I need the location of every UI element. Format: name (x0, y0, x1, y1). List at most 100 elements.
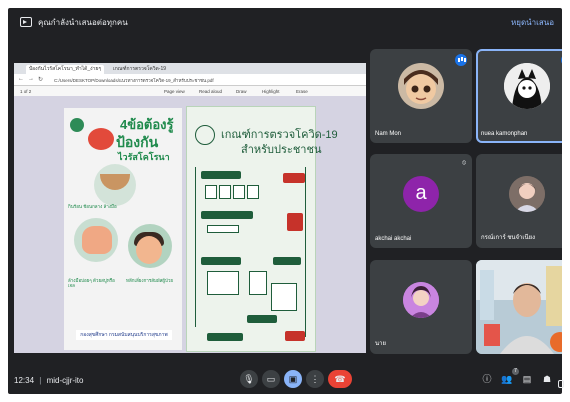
host-controls-icon (558, 380, 564, 388)
avatar (403, 282, 439, 318)
flow-step (201, 171, 241, 179)
flow-box (271, 283, 297, 311)
back-icon[interactable]: ← (18, 76, 24, 82)
flow-step (247, 315, 277, 323)
flow-line (305, 167, 306, 337)
chat-button[interactable]: ▤ (518, 370, 536, 388)
reload-icon[interactable]: ↻ (38, 76, 43, 83)
chat-icon: ▤ (522, 374, 532, 384)
separator: | (39, 376, 42, 385)
leave-call-button[interactable]: ☎ (328, 370, 352, 388)
pdf-view: 4ข้อต้องรู้ ป้องกัน ไวรัสโคโรนา กินร้อน … (14, 96, 366, 353)
ministry-logo-icon (70, 118, 84, 132)
flow-box (207, 225, 239, 233)
emblem-icon (195, 125, 215, 145)
tip-1-text: กินร้อน ช้อนกลาง ล้างมือ (68, 204, 117, 209)
avatar: a (403, 176, 439, 212)
tip-4-text: หลีกเลี่ยงการสัมผัสผู้ป่วย (126, 278, 173, 283)
draw-button[interactable]: Draw (236, 89, 247, 94)
flow-box (247, 185, 259, 199)
browser-tab[interactable]: เกณฑ์การตรวจโควิด-19 (110, 65, 169, 74)
activities-icon: ☗ (542, 374, 552, 384)
flow-box (207, 271, 239, 295)
mic-button[interactable]: 🎙 (240, 370, 258, 388)
avatar-image (404, 70, 438, 104)
activities-button[interactable]: ☗ (538, 370, 556, 388)
end-call-icon: ☎ (334, 374, 346, 384)
flow-line (195, 167, 196, 327)
clock-text: 12:34 (14, 376, 35, 385)
meet-window: คุณกำลังนำเสนอต่อทุกคน หยุดนำเสนอ ป้องกั… (8, 8, 562, 394)
presenting-bar: คุณกำลังนำเสนอต่อทุกคน หยุดนำเสนอ (8, 8, 562, 38)
poster-footer: กองสุขศึกษา กรมสนับสนุนบริการสุขภาพ (76, 330, 172, 340)
virus-icon (88, 128, 114, 150)
participant-tile[interactable]: ⦸ กรณ์เการ์ ชนจำเนียง (476, 154, 562, 248)
avatar (504, 63, 550, 109)
flow-box (233, 185, 245, 199)
avatar-image (504, 63, 550, 109)
address-bar[interactable]: ← → ↻ C:/Users/DESKTOP/Downloads/แนวทางก… (14, 74, 366, 86)
present-icon: ▣ (288, 374, 298, 384)
flow-step (201, 211, 253, 219)
participant-tile[interactable]: nuea kamonphan (476, 49, 562, 143)
sick-person-icon (136, 236, 162, 264)
camera-button[interactable]: ▭ (262, 370, 280, 388)
flow-alert (283, 173, 305, 183)
page-indicator: 1 of 2 (20, 88, 32, 94)
poster-covid-testing: เกณฑ์การตรวจโควิด-19 สำหรับประชาชน (186, 106, 338, 352)
participant-tile-video[interactable] (476, 260, 562, 354)
mic-icon: 🎙 (243, 374, 255, 384)
flow-step (207, 333, 243, 341)
highlight-button[interactable]: Highlight (262, 89, 280, 94)
flow-box (249, 271, 267, 295)
participant-tile[interactable]: นาย (370, 260, 472, 354)
flow-step (273, 257, 301, 265)
participant-name: nuea kamonphan (481, 131, 528, 137)
stop-presenting-button[interactable]: หยุดนำเสนอ (511, 16, 554, 29)
browser-window: ป้องกันไวรัสโคโรนา_ทำได้_ง่ายๆ เกณฑ์การต… (14, 63, 366, 353)
poster-subtitle: สำหรับประชาชน (241, 144, 322, 156)
people-button[interactable]: 👥 7 (498, 368, 519, 388)
avatar (398, 63, 444, 109)
flow-alert (287, 213, 303, 231)
poster-covid-prevention: 4ข้อต้องรู้ ป้องกัน ไวรัสโคโรนา กินร้อน … (64, 108, 182, 350)
hand-wash-icon (82, 226, 112, 254)
info-icon: ⓘ (482, 374, 492, 384)
address-url: C:/Users/DESKTOP/Downloads/แนวทางการตรวจ… (54, 78, 214, 83)
present-screen-icon (20, 17, 32, 27)
bottom-control-bar: 12:34 | mid-cjjr-ito 🎙 ▭ ▣ ⋮ ☎ ⓘ 👥 7 ▤ ☗ (8, 368, 562, 394)
avatar-initial: a (415, 182, 427, 204)
presenting-banner: คุณกำลังนำเสนอต่อทุกคน (38, 18, 128, 27)
read-aloud-button[interactable]: Read aloud (199, 89, 222, 94)
avatar-image (403, 282, 439, 318)
more-vert-icon: ⋮ (310, 374, 320, 384)
participant-name: นาย (375, 341, 386, 347)
poster-title-line3: ไวรัสโคโรนา (118, 152, 170, 162)
avatar-image (509, 176, 545, 212)
flow-alert (285, 331, 305, 341)
camera-icon: ▭ (266, 374, 276, 384)
participant-name: กรณ์เการ์ ชนจำเนียง (481, 235, 536, 241)
flow-step (201, 257, 241, 265)
shared-screen: ป้องกันไวรัสโคโรนา_ทำได้_ง่ายๆ เกณฑ์การต… (14, 63, 366, 353)
erase-button[interactable]: Erase (296, 89, 308, 94)
forward-icon[interactable]: → (28, 76, 34, 82)
participant-tile[interactable]: a ⦸ akchai akchai (370, 154, 472, 248)
flow-box (219, 185, 231, 199)
browser-tab[interactable]: ป้องกันไวรัสโคโรนา_ทำได้_ง่ายๆ (26, 65, 105, 74)
page-view-button[interactable]: Page view (164, 89, 185, 94)
flow-box (205, 185, 217, 199)
meeting-details-button[interactable]: ⓘ (478, 370, 496, 388)
browser-tab-strip: ป้องกันไวรัสโคโรนา_ทำได้_ง่ายๆ เกณฑ์การต… (14, 63, 366, 74)
avatar (509, 176, 545, 212)
participant-tile[interactable]: Nam Mon (370, 49, 472, 143)
more-options-button[interactable]: ⋮ (306, 370, 324, 388)
host-controls-button[interactable] (556, 378, 566, 390)
meeting-code: mid-cjjr-ito (46, 376, 84, 385)
present-now-button[interactable]: ▣ (284, 370, 302, 388)
participant-video (476, 260, 562, 354)
participant-name: akchai akchai (375, 236, 412, 242)
speaking-indicator-icon (561, 54, 562, 66)
mic-off-icon: ⦸ (462, 160, 466, 166)
participant-name: Nam Mon (375, 131, 402, 137)
